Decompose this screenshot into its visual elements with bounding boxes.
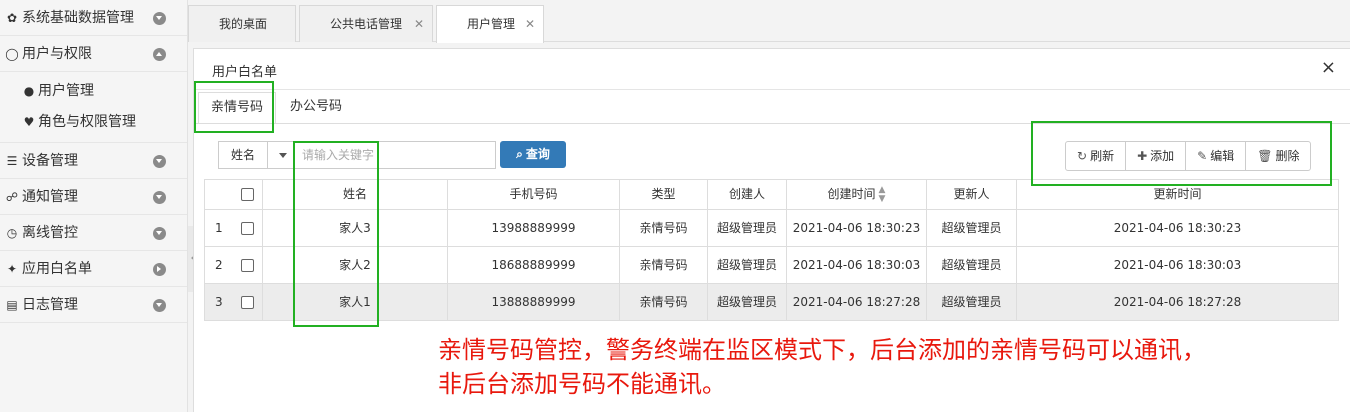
cell-phone: 13888889999 (448, 284, 620, 320)
tab-public-phone[interactable]: 公共电话管理 ✕ (299, 5, 433, 42)
cell-create-time: 2021-04-06 18:27:28 (787, 284, 927, 320)
file-icon: ▤ (6, 298, 18, 312)
column-header-phone[interactable]: 手机号码 (448, 180, 620, 209)
row-checkbox[interactable] (241, 222, 254, 235)
tab-office-numbers[interactable]: 办公号码 (290, 92, 342, 124)
annotation-line-2: 非后台添加号码不能通讯。 (438, 370, 726, 398)
menu-label: 日志管理 (22, 297, 78, 313)
chevron-up-icon[interactable] (153, 48, 166, 61)
row-checkbox[interactable] (241, 259, 254, 272)
column-header-updater[interactable]: 更新人 (927, 180, 1017, 209)
menu-item-user-permission[interactable]: ◯ 用户与权限 (0, 36, 187, 72)
close-icon[interactable]: × (1321, 57, 1336, 78)
menu-item-basic-data[interactable]: ✿ 系统基础数据管理 (0, 0, 187, 36)
submenu-label: 角色与权限管理 (38, 114, 136, 130)
cell-update-time: 2021-04-06 18:27:28 (1017, 284, 1339, 320)
row-checkbox-cell (233, 284, 263, 320)
submenu-label: 用户管理 (38, 83, 94, 99)
cell-type: 亲情号码 (620, 247, 708, 283)
caret-down-icon (279, 153, 287, 158)
menu-label: 应用白名单 (22, 261, 92, 277)
close-icon[interactable]: ✕ (414, 6, 424, 42)
menu-label: 离线管控 (22, 225, 78, 241)
sidebar: ✿ 系统基础数据管理 ◯ 用户与权限 ● 用户管理 ♥ 角色与权限管理 ☰ 设备管理 ☍ 通… (0, 0, 188, 412)
select-all-checkbox[interactable] (241, 188, 254, 201)
chevron-down-icon[interactable] (153, 12, 166, 25)
cell-update-time: 2021-04-06 18:30:03 (1017, 247, 1339, 283)
tab-my-desktop[interactable]: 我的桌面 (188, 5, 296, 42)
cell-phone: 13988889999 (448, 210, 620, 246)
cell-creator: 超级管理员 (708, 210, 787, 246)
annotation-line-1: 亲情号码管控，警务终端在监区模式下，后台添加的亲情号码可以通讯， (438, 336, 1206, 364)
highlight-box-toolbar (1031, 121, 1332, 186)
query-label: 查询 (525, 147, 550, 161)
menu-item-offline[interactable]: ◷ 离线管控 (0, 215, 187, 251)
menu-item-log[interactable]: ▤ 日志管理 (0, 287, 187, 323)
cell-updater: 超级管理员 (927, 284, 1017, 320)
query-button[interactable]: ⌕ 查询 (500, 141, 566, 168)
user-icon: ● (23, 84, 35, 98)
gear-icon: ✿ (6, 11, 18, 25)
divider (194, 89, 1350, 90)
tab-label: 我的桌面 (219, 17, 268, 31)
row-checkbox-cell (233, 210, 263, 246)
column-header-label: 创建时间 (827, 187, 876, 201)
search-field-select[interactable]: 姓名 (218, 141, 294, 169)
cell-type: 亲情号码 (620, 210, 708, 246)
tab-label: 用户管理 (467, 17, 516, 31)
row-index: 1 (215, 221, 223, 235)
search-field-label: 姓名 (231, 148, 256, 162)
menu-label: 设备管理 (22, 153, 78, 169)
cell-updater: 超级管理员 (927, 210, 1017, 246)
index-header (205, 180, 233, 209)
sort-icon[interactable]: ▲ ▼ (879, 185, 886, 204)
chevron-down-icon[interactable] (153, 299, 166, 312)
cell-create-time: 2021-04-06 18:30:23 (787, 210, 927, 246)
comments-icon: ☍ (5, 190, 19, 204)
submenu-item-user-management[interactable]: ● 用户管理 (0, 76, 187, 107)
circle-notch-icon: ◯ (5, 47, 19, 61)
column-header-create-time[interactable]: 创建时间 ▲ ▼ (787, 180, 927, 209)
menu-item-device[interactable]: ☰ 设备管理 (0, 143, 187, 179)
menu-item-app-whitelist[interactable]: ✦ 应用白名单 (0, 251, 187, 287)
cell-creator: 超级管理员 (708, 284, 787, 320)
tab-bar: 我的桌面 公共电话管理 ✕ 用户管理 ✕ (188, 0, 1350, 43)
menu-item-notice[interactable]: ☍ 通知管理 (0, 179, 187, 215)
chevron-down-icon[interactable] (153, 155, 166, 168)
submenu-user-permission: ● 用户管理 ♥ 角色与权限管理 (0, 72, 187, 143)
heart-icon: ♥ (23, 115, 35, 129)
annotation-caption: 亲情号码管控，警务终端在监区模式下，后台添加的亲情号码可以通讯， 非后台添加号码… (438, 333, 1206, 401)
list-icon: ☰ (6, 154, 18, 168)
tab-label: 公共电话管理 (330, 17, 403, 31)
android-icon: ✦ (6, 262, 18, 276)
chevron-right-icon[interactable] (153, 263, 166, 276)
cell-creator: 超级管理员 (708, 247, 787, 283)
cell-phone: 18688889999 (448, 247, 620, 283)
column-header-type[interactable]: 类型 (620, 180, 708, 209)
chevron-down-icon[interactable] (153, 227, 166, 240)
highlight-box-name-column (293, 141, 379, 327)
search-icon: ⌕ (516, 147, 523, 161)
cell-create-time: 2021-04-06 18:30:03 (787, 247, 927, 283)
row-checkbox[interactable] (241, 296, 254, 309)
tab-user-management[interactable]: 用户管理 ✕ (436, 5, 544, 43)
panel-title: 用户白名单 (212, 65, 278, 80)
column-header-creator[interactable]: 创建人 (708, 180, 787, 209)
menu-label: 系统基础数据管理 (22, 10, 134, 26)
divider (267, 142, 268, 168)
cell-updater: 超级管理员 (927, 247, 1017, 283)
menu-label: 通知管理 (22, 189, 78, 205)
row-index: 2 (215, 258, 223, 272)
clock-icon: ◷ (6, 226, 18, 240)
row-index: 3 (215, 295, 223, 309)
cell-type: 亲情号码 (620, 284, 708, 320)
highlight-box-family-tab (194, 81, 274, 133)
row-checkbox-cell (233, 247, 263, 283)
chevron-down-icon[interactable] (153, 191, 166, 204)
submenu-item-role-permission[interactable]: ♥ 角色与权限管理 (0, 107, 187, 138)
menu-label: 用户与权限 (22, 46, 92, 62)
select-all-cell (233, 180, 263, 209)
close-icon[interactable]: ✕ (525, 6, 535, 42)
cell-update-time: 2021-04-06 18:30:23 (1017, 210, 1339, 246)
